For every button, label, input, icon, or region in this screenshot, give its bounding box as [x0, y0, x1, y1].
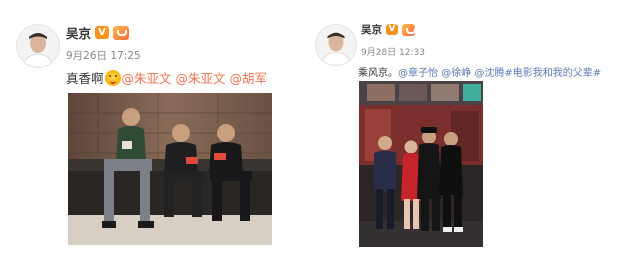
verified-icon: V — [386, 24, 398, 35]
member-badge-icon[interactable] — [402, 23, 416, 36]
author-row: 吴京 V — [66, 23, 130, 42]
avatar[interactable] — [16, 24, 60, 68]
mention-link[interactable]: @朱亚文 — [122, 68, 172, 87]
post-text-lead: 真香啊 — [66, 71, 104, 86]
author-name[interactable]: 吴京 — [66, 23, 91, 42]
post-photo[interactable] — [359, 81, 483, 247]
mention-link[interactable]: @徐峥 — [441, 64, 471, 79]
post-text: 真香啊 @朱亚文 @朱亚文 @胡军 — [66, 68, 267, 87]
post-text: 乘风京。 @章子怡 @徐峥 @沈腾 #电影我和我的父辈# — [358, 64, 601, 79]
author-name[interactable]: 吴京 — [361, 22, 382, 37]
post-time[interactable]: 9月28日 12:33 — [361, 45, 425, 58]
member-badge-icon[interactable] — [113, 25, 130, 40]
post-time[interactable]: 9月26日 17:25 — [66, 48, 141, 63]
avatar[interactable] — [315, 24, 357, 66]
hashtag-link[interactable]: #电影我和我的父辈# — [504, 64, 601, 79]
weibo-post: 吴京 V 9月28日 12:33 乘风京。 @章子怡 @徐峥 @沈腾 #电影我和… — [315, 0, 640, 258]
post-photo[interactable] — [68, 93, 272, 245]
author-row: 吴京 V — [361, 22, 416, 37]
post-text-lead: 乘风京。 — [358, 68, 398, 79]
mention-link[interactable]: @沈腾 — [474, 64, 504, 79]
verified-icon: V — [95, 26, 110, 39]
laugh-emoji-icon — [104, 69, 121, 86]
mention-link[interactable]: @朱亚文 — [176, 68, 226, 87]
mention-link[interactable]: @胡军 — [230, 68, 268, 87]
weibo-post: 吴京 V 9月26日 17:25 真香啊 @朱亚文 @朱亚文 @胡军 — [0, 0, 310, 258]
mention-link[interactable]: @章子怡 — [398, 64, 438, 79]
